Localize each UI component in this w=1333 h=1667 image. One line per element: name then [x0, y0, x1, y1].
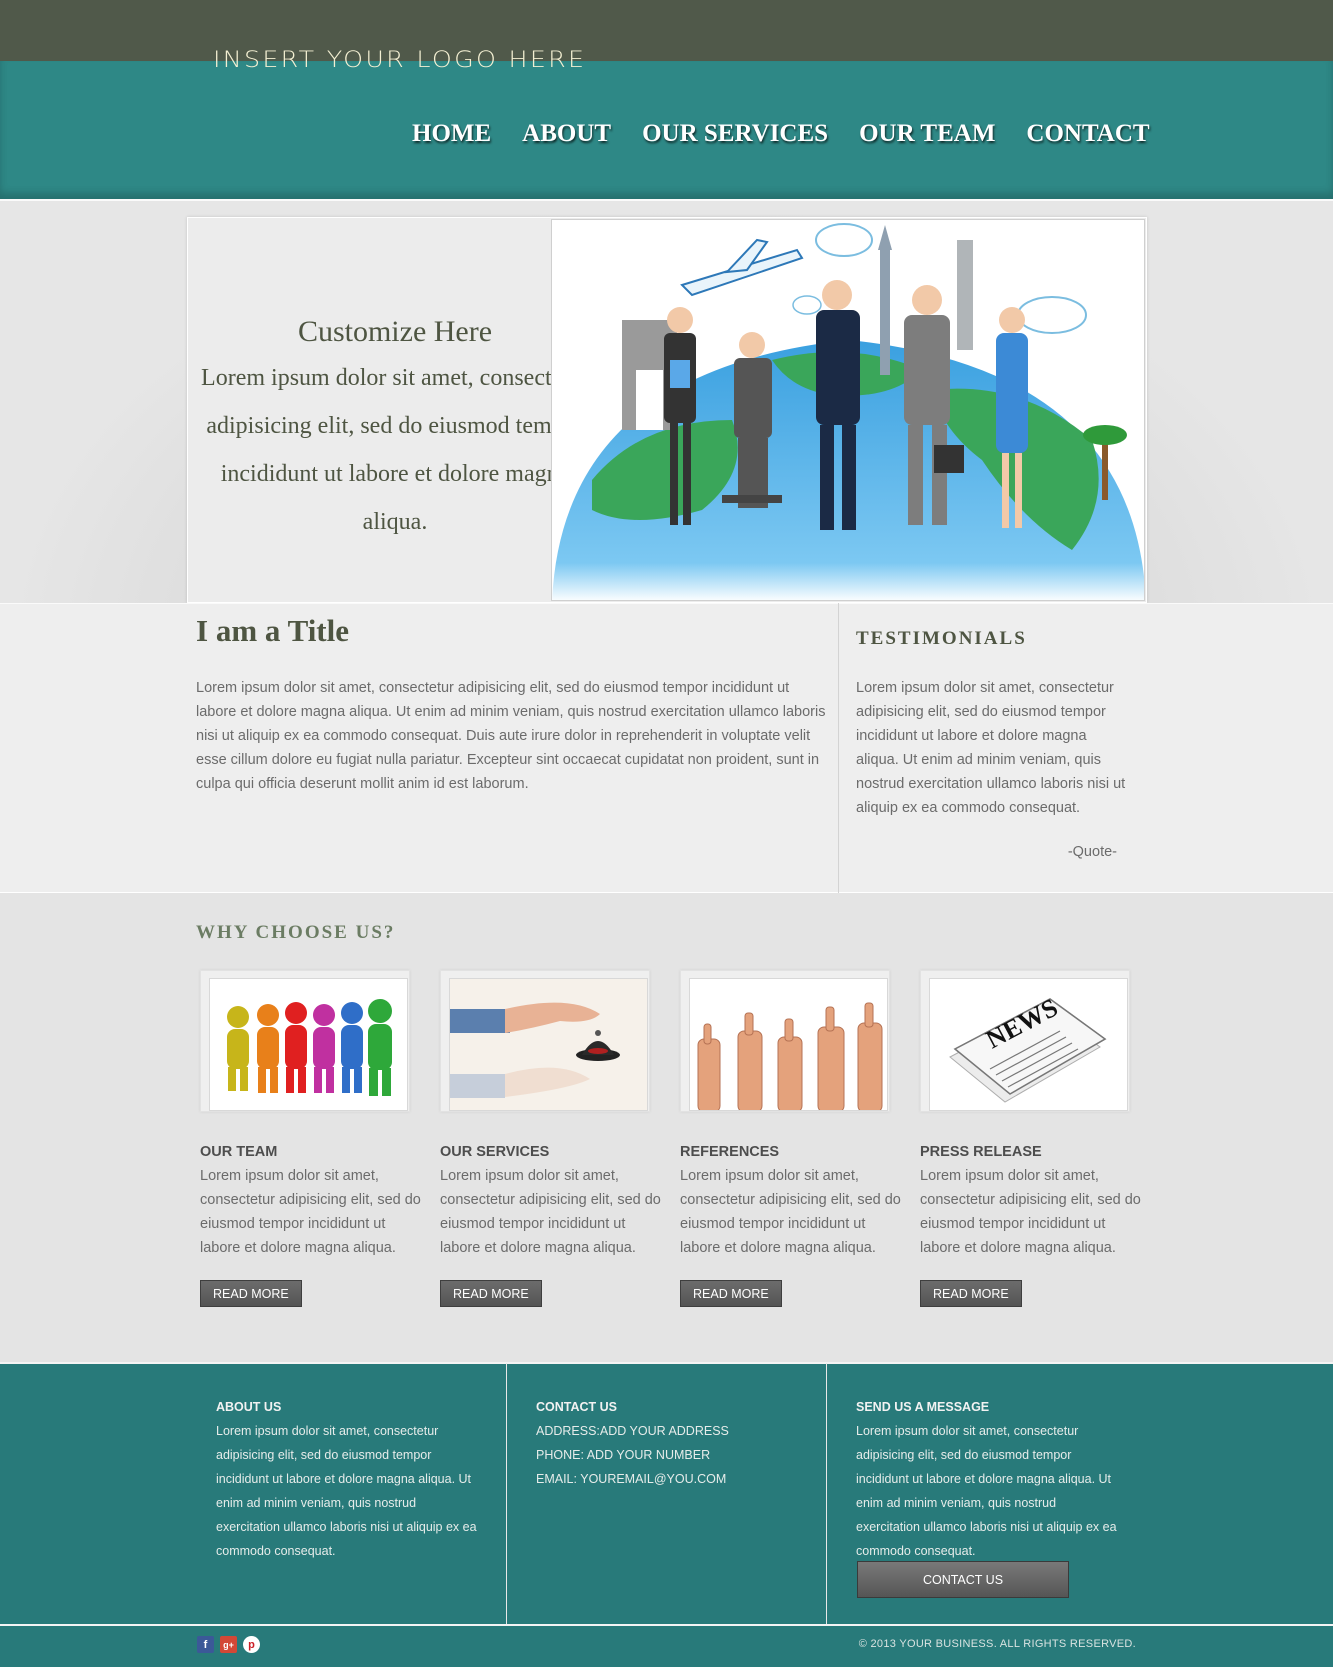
read-more-button[interactable]: READ MORE: [920, 1280, 1022, 1307]
hero-title: Customize Here: [297, 315, 493, 348]
footer-phone: PHONE: ADD YOUR NUMBER: [536, 1448, 711, 1462]
feature-thumbnail[interactable]: [680, 970, 890, 1112]
feature-press-release: NEWS PRESS RELEASE Lorem ipsum dolor sit…: [920, 970, 1142, 1307]
hero-body: Lorem ipsum dolor sit amet, consectetur …: [201, 365, 589, 535]
feature-thumbnail[interactable]: [200, 970, 410, 1112]
footer-contact: CONTACT US ADDRESS:ADD YOUR ADDRESS PHON…: [536, 1395, 801, 1491]
feature-body: Lorem ipsum dolor sit amet, consectetur …: [440, 1168, 661, 1256]
nav-our-services[interactable]: OUR SERVICES: [642, 120, 828, 148]
nav-home[interactable]: HOME: [412, 120, 491, 148]
feature-our-team: OUR TEAM Lorem ipsum dolor sit amet, con…: [200, 970, 422, 1307]
facebook-icon[interactable]: f: [197, 1636, 214, 1653]
nav-our-team[interactable]: OUR TEAM: [859, 120, 995, 148]
feature-title: PRESS RELEASE: [920, 1144, 1042, 1160]
footer-divider: [506, 1363, 507, 1624]
main-title: I am a Title: [196, 613, 350, 648]
feature-body: Lorem ipsum dolor sit amet, consectetur …: [920, 1168, 1141, 1256]
contact-us-button[interactable]: CONTACT US: [857, 1561, 1069, 1598]
footer-message-heading: SEND US A MESSAGE: [856, 1400, 990, 1414]
feature-thumbnail[interactable]: NEWS: [920, 970, 1130, 1112]
main-nav: HOME ABOUT OUR SERVICES OUR TEAM CONTACT: [412, 120, 1150, 148]
testimonial-body: Lorem ipsum dolor sit amet, consectetur …: [856, 680, 1126, 816]
footer-about-body: Lorem ipsum dolor sit amet, consectetur …: [216, 1424, 477, 1558]
nav-contact[interactable]: CONTACT: [1026, 120, 1149, 148]
footer-message: SEND US A MESSAGE Lorem ipsum dolor sit …: [856, 1395, 1118, 1563]
feature-title: OUR SERVICES: [440, 1144, 550, 1160]
feature-thumbnail[interactable]: [440, 970, 650, 1112]
newspaper-icon: NEWS: [949, 993, 1107, 1103]
read-more-button[interactable]: READ MORE: [200, 1280, 302, 1307]
testimonials-title: TESTIMONIALS: [856, 628, 1027, 649]
site-logo[interactable]: INSERT YOUR LOGO HERE: [213, 48, 586, 73]
footer-divider: [826, 1363, 827, 1624]
feature-title: OUR TEAM: [200, 1144, 278, 1160]
thumbs-up-icon: [697, 1002, 883, 1110]
footer-about: ABOUT US Lorem ipsum dolor sit amet, con…: [216, 1395, 478, 1563]
google-plus-icon[interactable]: g+: [220, 1636, 237, 1653]
service-bell-icon: [450, 1002, 620, 1098]
copyright: © 2013 YOUR BUSINESS. ALL RIGHTS RESERVE…: [858, 1638, 1136, 1650]
nav-about[interactable]: ABOUT: [522, 120, 611, 148]
testimonial-quote: -Quote-: [1067, 844, 1117, 860]
hero-text: Customize Here Lorem ipsum dolor sit ame…: [187, 310, 603, 546]
why-choose-us-title: WHY CHOOSE US?: [196, 922, 396, 943]
team-figures-icon: [227, 999, 392, 1096]
business-travel-illustration-icon: [552, 220, 1144, 600]
top-bar: [0, 0, 1333, 61]
read-more-button[interactable]: READ MORE: [680, 1280, 782, 1307]
footer-message-body: Lorem ipsum dolor sit amet, consectetur …: [856, 1424, 1117, 1558]
footer-address: ADDRESS:ADD YOUR ADDRESS: [536, 1424, 729, 1438]
footer-about-heading: ABOUT US: [216, 1400, 282, 1414]
read-more-button[interactable]: READ MORE: [440, 1280, 542, 1307]
content-divider: [838, 603, 839, 893]
pinterest-icon[interactable]: p: [243, 1636, 260, 1653]
social-links: f g+ p: [197, 1636, 260, 1653]
footer-contact-heading: CONTACT US: [536, 1400, 618, 1414]
feature-our-services: OUR SERVICES Lorem ipsum dolor sit amet,…: [440, 970, 662, 1307]
feature-body: Lorem ipsum dolor sit amet, consectetur …: [680, 1168, 901, 1256]
feature-body: Lorem ipsum dolor sit amet, consectetur …: [200, 1168, 421, 1256]
feature-title: REFERENCES: [680, 1144, 780, 1160]
hero-image: [551, 219, 1145, 601]
feature-references: REFERENCES Lorem ipsum dolor sit amet, c…: [680, 970, 902, 1307]
main-body: Lorem ipsum dolor sit amet, consectetur …: [196, 680, 826, 792]
footer-email[interactable]: EMAIL: YOUREMAIL@YOU.COM: [536, 1467, 801, 1491]
